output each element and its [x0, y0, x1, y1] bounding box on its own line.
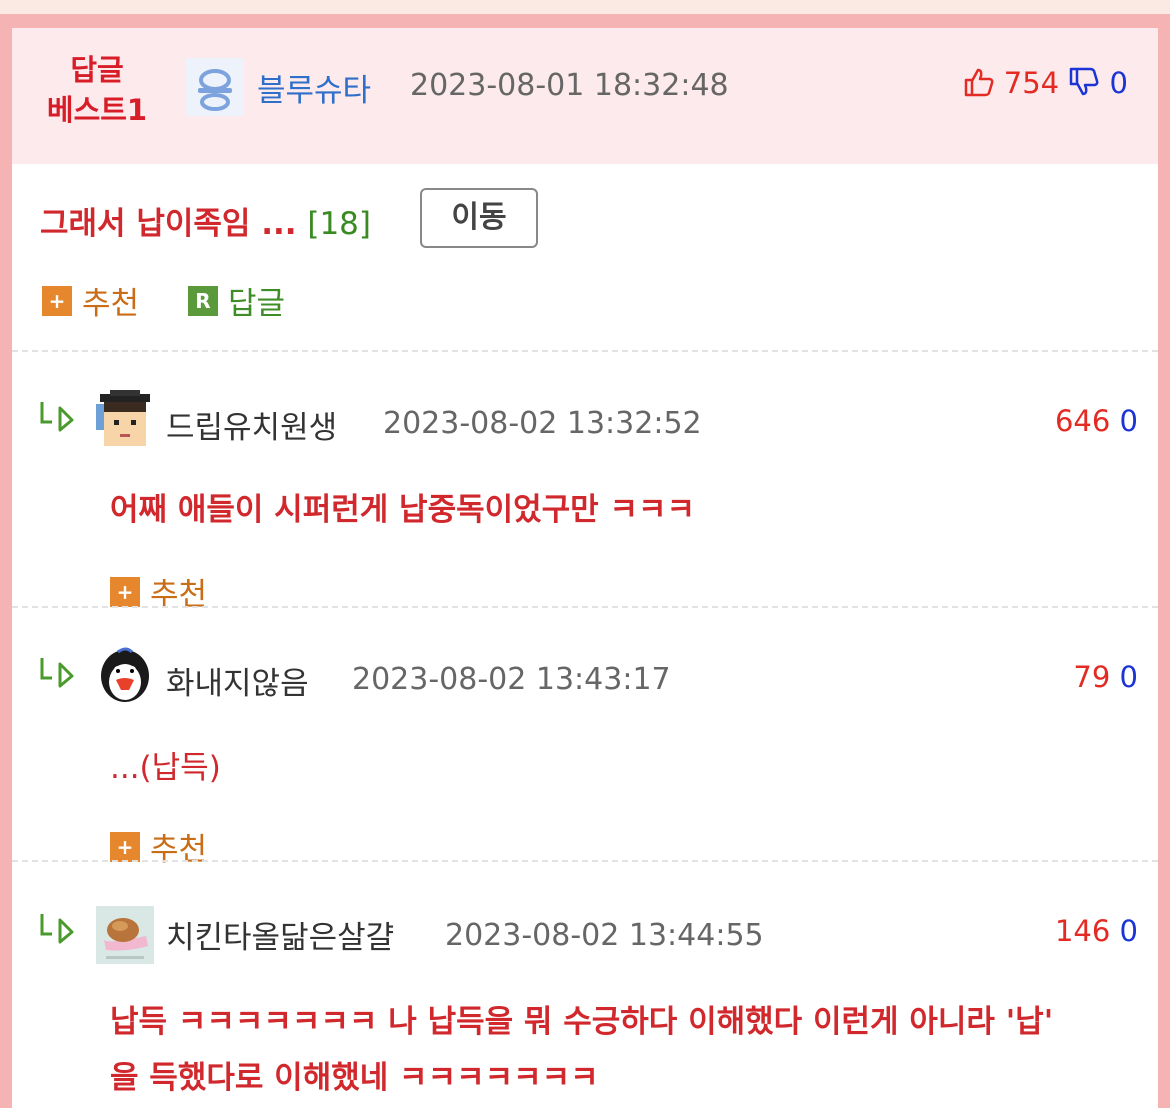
thumbs-down-icon[interactable]: [1068, 66, 1109, 100]
blue-sugar-avatar-icon[interactable]: [186, 58, 244, 116]
best-dislike-count: 0: [1109, 66, 1128, 100]
reply-timestamp: 2023-08-02 13:44:55: [445, 918, 764, 953]
reply-body: 납득 ㅋㅋㅋㅋㅋㅋㅋ 나 납득을 뭐 수긍하다 이해했다 이런게 아니라 '납'…: [110, 994, 1128, 1106]
reply-votes: 646 0: [1055, 404, 1138, 438]
reply-body: ...(납득): [110, 750, 221, 786]
chicken-avatar-icon[interactable]: [96, 906, 154, 964]
recommend-label: 추천: [82, 286, 140, 322]
reply-count: [18]: [307, 206, 371, 242]
reply-like-count[interactable]: 79: [1073, 660, 1110, 694]
move-button[interactable]: 이동: [420, 188, 538, 248]
penguin-avatar-icon[interactable]: [96, 646, 154, 704]
reply-arrow-icon: [38, 652, 78, 692]
reply-username[interactable]: 화내지않음: [166, 658, 309, 703]
best-label-line1: 답글: [70, 53, 124, 87]
reply-like-count[interactable]: 146: [1055, 914, 1110, 948]
best-timestamp: 2023-08-01 18:32:48: [410, 68, 729, 103]
best-username[interactable]: 블루슈타: [257, 65, 371, 110]
reply-username[interactable]: 치킨타올닮은살걀: [166, 912, 394, 957]
best-reply-header: 답글 베스트1 블루슈타 2023-08-01 18:32:48 754 0: [12, 28, 1158, 164]
top-strip: [0, 0, 1170, 14]
best-reply-badge: 답글 베스트1: [42, 50, 152, 130]
reply-item: 화내지않음 2023-08-02 13:43:17 79 0 ...(납득) +…: [12, 606, 1158, 868]
reply-body-line: 을 득했다로 이해했네 ㅋㅋㅋㅋㅋㅋㅋ: [110, 1060, 599, 1096]
reply-votes: 146 0: [1055, 914, 1138, 948]
reply-item: 치킨타올닮은살걀 2023-08-02 13:44:55 146 0 납득 ㅋㅋ…: [12, 860, 1158, 1108]
reply-arrow-icon: [38, 396, 78, 436]
best-reply-panel: 답글 베스트1 블루슈타 2023-08-01 18:32:48 754 0 그…: [12, 28, 1158, 1108]
reply-body-line: 납득 ㅋㅋㅋㅋㅋㅋㅋ 나 납득을 뭐 수긍하다 이해했다 이런게 아니라 '납': [110, 1004, 1054, 1040]
reply-button[interactable]: R 답글: [188, 278, 285, 323]
plus-icon: +: [110, 576, 140, 607]
best-label-line2: 베스트1: [46, 93, 148, 127]
best-like-count: 754: [1003, 66, 1060, 100]
reply-arrow-icon: [38, 908, 78, 948]
recommend-button[interactable]: + 추천: [42, 278, 139, 323]
best-title-text[interactable]: 그래서 납이족임 ...: [40, 206, 297, 242]
plus-icon: +: [42, 285, 72, 316]
reply-item: 드립유치원생 2023-08-02 13:32:52 646 0 어째 애들이 …: [12, 350, 1158, 613]
reply-dislike-count[interactable]: 0: [1120, 660, 1138, 694]
reply-body: 어째 애들이 시퍼런게 납중독이었구만 ㅋㅋㅋ: [110, 492, 696, 528]
thumbs-up-icon[interactable]: [963, 66, 1004, 100]
reply-r-icon: R: [188, 285, 218, 316]
reply-label: 답글: [228, 286, 286, 322]
reply-dislike-count[interactable]: 0: [1120, 914, 1138, 948]
kindergarten-avatar-icon[interactable]: [96, 390, 154, 448]
reply-votes: 79 0: [1073, 660, 1138, 694]
plus-icon: +: [110, 831, 140, 862]
reply-timestamp: 2023-08-02 13:32:52: [383, 406, 702, 441]
reply-dislike-count[interactable]: 0: [1120, 404, 1138, 438]
best-votes: 754 0: [963, 66, 1128, 100]
best-reply-title[interactable]: 그래서 납이족임 ... [18]: [40, 198, 371, 243]
reply-timestamp: 2023-08-02 13:43:17: [352, 662, 671, 697]
reply-username[interactable]: 드립유치원생: [166, 402, 337, 447]
reply-like-count[interactable]: 646: [1055, 404, 1110, 438]
